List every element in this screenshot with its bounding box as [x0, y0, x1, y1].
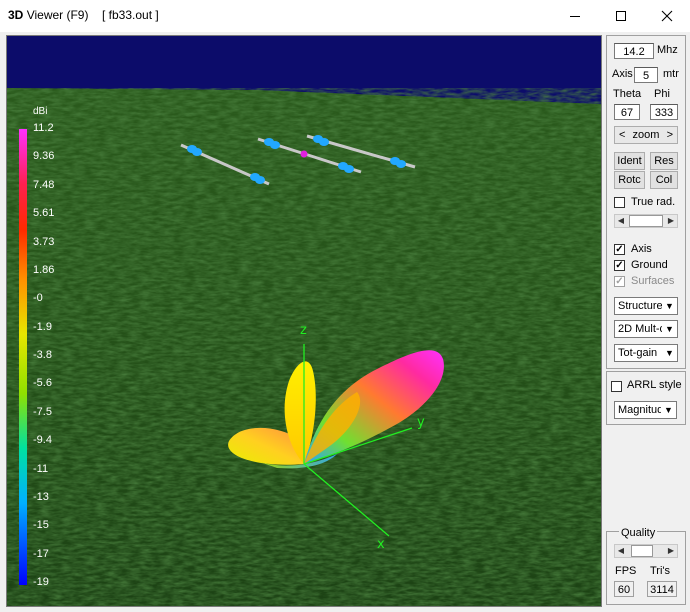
legend-tick-label: -15	[33, 519, 49, 532]
axis-length-label: Axis	[612, 68, 633, 80]
legend-tick-label: -5.6	[33, 377, 52, 390]
legend-tick-label: 9.36	[33, 150, 55, 163]
magnitude-select-value: Magnitud	[618, 404, 664, 416]
legend-tick-label: -13	[33, 490, 49, 503]
arrl-label: ARRL style	[627, 379, 682, 391]
quality-group: Quality ◀ ▶ FPS Tri's 60 3114	[606, 527, 686, 605]
axis-length-field[interactable]: 5	[634, 67, 658, 83]
slider-thumb[interactable]	[629, 215, 663, 227]
chevron-down-icon: ▼	[661, 402, 676, 418]
view-controls-group: 14.2 Mhz Axis 5 mtr Theta Phi 67 333 < z…	[606, 35, 686, 369]
slider-right-arrow-icon[interactable]: ▶	[665, 215, 677, 227]
legend-tick-label: -7.5	[33, 405, 52, 418]
frequency-field[interactable]: 14.2	[614, 43, 654, 59]
maximize-icon	[616, 11, 626, 21]
quality-label: Quality	[619, 527, 658, 539]
axis-length-unit: mtr	[663, 68, 679, 80]
axis-checkbox-label: Axis	[631, 243, 652, 255]
mult-select-value: 2D Mult-c	[618, 323, 666, 335]
theta-label: Theta	[613, 88, 642, 100]
chevron-down-icon: ▼	[662, 321, 677, 337]
slider-right-arrow-icon[interactable]: ▶	[665, 545, 677, 557]
zoom-in-button[interactable]: >	[667, 127, 673, 143]
title-bar: 3D Viewer (F9) [ fb33.out ]	[0, 0, 690, 32]
legend-tick-label: -9.4	[33, 434, 52, 447]
fps-value: 60	[614, 581, 634, 597]
rotc-button[interactable]: Rotc	[614, 171, 645, 189]
arrl-checkbox[interactable]	[611, 381, 622, 392]
control-panel: 14.2 Mhz Axis 5 mtr Theta Phi 67 333 < z…	[606, 35, 686, 605]
window-title: 3D Viewer (F9)	[8, 8, 89, 22]
ground-checkbox-label: Ground	[631, 259, 668, 271]
zoom-out-button[interactable]: <	[619, 127, 625, 143]
legend-tick-label: 7.48	[33, 178, 55, 191]
window-file-name: [ fb33.out ]	[102, 8, 159, 22]
col-button[interactable]: Col	[650, 171, 678, 189]
structure-select[interactable]: Structure ▼	[614, 297, 678, 315]
phi-field[interactable]: 333	[650, 104, 678, 120]
3d-scene: z y x	[7, 36, 601, 606]
zoom-control[interactable]: < zoom >	[614, 126, 678, 144]
legend-tick-label: -0	[33, 292, 43, 305]
res-button[interactable]: Res	[650, 152, 678, 170]
ground-checkbox[interactable]: ✓	[614, 260, 625, 271]
chevron-down-icon: ▼	[662, 345, 677, 361]
axis-checkbox[interactable]: ✓	[614, 244, 625, 255]
minimize-button[interactable]	[552, 0, 598, 32]
axis-label-z: z	[300, 323, 307, 338]
legend-tick-label: -19	[33, 576, 49, 588]
theta-field[interactable]: 67	[614, 104, 640, 120]
legend-tick-label: 11.2	[33, 122, 54, 134]
fps-label: FPS	[615, 565, 637, 577]
zoom-label: zoom	[632, 129, 660, 141]
slider-left-arrow-icon[interactable]: ◀	[615, 215, 627, 227]
true-rad-checkbox[interactable]	[614, 197, 625, 208]
surfaces-checkbox-label: Surfaces	[631, 275, 675, 287]
frequency-unit: Mhz	[657, 44, 678, 56]
tris-label: Tri's	[650, 565, 671, 577]
mult-select[interactable]: 2D Mult-c ▼	[614, 320, 678, 338]
legend-tick-label: 1.86	[33, 263, 55, 276]
close-button[interactable]	[644, 0, 690, 32]
legend-unit: dBi	[33, 106, 48, 117]
true-rad-label: True rad.	[631, 196, 676, 208]
quality-slider[interactable]: ◀ ▶	[614, 544, 678, 558]
phi-label: Phi	[654, 88, 670, 100]
legend-tick-label: 3.73	[33, 235, 55, 248]
gain-select[interactable]: Tot-gain ▼	[614, 344, 678, 362]
chevron-down-icon: ▼	[662, 298, 677, 314]
legend-tick-label: -11	[33, 462, 49, 475]
axis-label-x: x	[377, 537, 385, 552]
magnitude-select[interactable]: Magnitud ▼	[614, 401, 677, 419]
ident-button[interactable]: Ident	[614, 152, 645, 170]
legend-tick-label: -17	[33, 547, 49, 560]
true-rad-slider[interactable]: ◀ ▶	[614, 214, 678, 228]
3d-viewport[interactable]: z y x dBi 11.2 9.36 7.48 5.61 3.73 1.86 -0 -1.9…	[6, 35, 602, 607]
structure-select-value: Structure	[618, 300, 663, 312]
quality-slider-thumb[interactable]	[631, 545, 653, 557]
minimize-icon	[570, 16, 580, 17]
maximize-button[interactable]	[598, 0, 644, 32]
gain-select-value: Tot-gain	[618, 347, 658, 359]
legend-tick-label: -1.9	[33, 320, 52, 333]
legend-tick-label: -3.8	[33, 349, 52, 361]
slider-left-arrow-icon[interactable]: ◀	[615, 545, 627, 557]
axis-label-y: y	[417, 415, 425, 430]
legend-color-bar	[19, 129, 27, 585]
surfaces-checkbox: ✓	[614, 276, 625, 287]
close-icon	[661, 10, 673, 22]
tris-value: 3114	[647, 581, 677, 597]
arrl-group: ARRL style Magnitud ▼	[606, 371, 686, 425]
legend-tick-label: 5.61	[33, 207, 55, 220]
